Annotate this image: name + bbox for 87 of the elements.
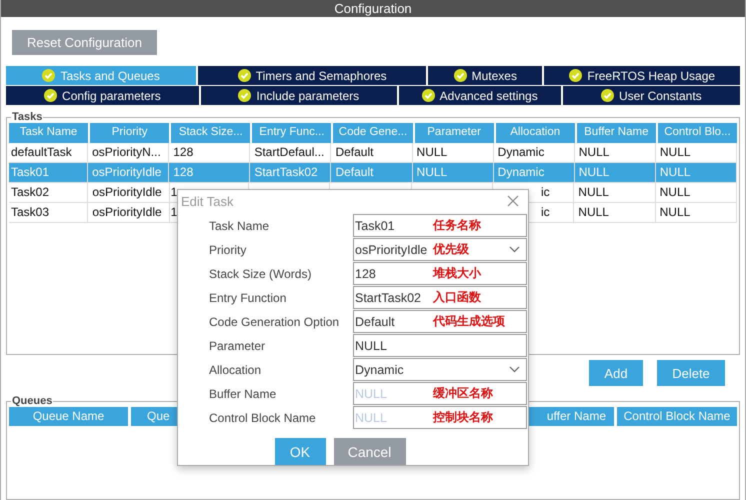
table-cell: NULL (416, 145, 448, 159)
column-header[interactable]: Task Name (9, 123, 88, 143)
table-cell: NULL (578, 145, 610, 159)
field-label: Stack Size (Words) (208, 266, 312, 280)
check-circle-icon (238, 89, 252, 102)
table-cell: 1 (170, 185, 178, 199)
cancel-button[interactable]: Cancel (334, 438, 406, 465)
field-label: Parameter (208, 338, 266, 352)
table-cell: 1 (170, 205, 178, 219)
table-cell: defaultTask (11, 145, 72, 159)
column-header[interactable]: Stack Size... (171, 123, 250, 143)
table-cell: StartDefaul... (254, 145, 324, 159)
tab[interactable]: Mutexes (428, 66, 542, 85)
table-cell: NULL (578, 165, 610, 179)
window-title: Configuration (1, 0, 745, 17)
delete-button[interactable]: Delete (657, 360, 725, 386)
close-icon[interactable] (507, 195, 519, 207)
table-cell: Task03 (11, 205, 50, 219)
add-button[interactable]: Add (589, 360, 643, 386)
table-cell: osPriorityIdle (92, 165, 162, 179)
tab[interactable]: Advanced settings (398, 86, 561, 105)
table-cell: osPriorityIdle (92, 205, 162, 219)
field-label: Priority (208, 242, 248, 256)
tab[interactable]: Tasks and Queues (6, 66, 196, 85)
check-circle-icon (422, 89, 435, 102)
table-cell: NULL (416, 165, 448, 179)
column-header[interactable]: Buffer Name (576, 123, 656, 143)
tab[interactable]: User Constants (562, 86, 740, 105)
table-cell: ic (540, 185, 550, 199)
table-cell: ic (540, 205, 550, 219)
table-cell: NULL (578, 185, 609, 199)
section-title: Tasks (11, 111, 44, 123)
annotation-text: 优先级 (433, 241, 469, 258)
chevron-down-icon[interactable] (509, 246, 520, 253)
table-cell: NULL (660, 165, 691, 179)
table-cell: Default (335, 145, 374, 159)
table-cell: NULL (660, 145, 691, 159)
table-cell: 128 (173, 145, 194, 159)
field-label: Entry Function (208, 290, 288, 304)
chevron-down-icon[interactable] (509, 366, 520, 373)
ok-button[interactable]: OK (274, 438, 326, 465)
annotation-text: 入口函数 (433, 289, 481, 306)
table-cell: Task02 (11, 185, 50, 199)
annotation-text: 缓冲区名称 (433, 385, 493, 402)
reset-configuration-button[interactable]: Reset Configuration (12, 30, 157, 55)
annotation-text: 控制块名称 (433, 409, 493, 426)
check-circle-icon (42, 69, 56, 82)
table-cell: Task01 (11, 165, 50, 179)
table-cell: NULL (578, 205, 609, 219)
field-label: Code Generation Option (208, 314, 340, 328)
table-cell: Dynamic (498, 145, 544, 159)
check-circle-icon (44, 89, 58, 102)
annotation-text: 代码生成选项 (433, 313, 505, 330)
section-title: Queues (11, 395, 54, 407)
check-circle-icon (454, 69, 467, 82)
field-label: Allocation (208, 362, 262, 376)
column-header[interactable]: Code Gene... (333, 123, 413, 143)
table-cell: 128 (173, 165, 194, 179)
column-header[interactable]: Priority (90, 123, 170, 143)
column-header[interactable]: Entry Func... (252, 123, 332, 143)
column-header[interactable]: Allocation (496, 123, 575, 143)
field-label: Buffer Name (208, 386, 278, 400)
tab[interactable]: FreeRTOS Heap Usage (544, 66, 740, 85)
column-header[interactable]: Parameter (414, 123, 494, 143)
table-cell: StartTask02 (254, 165, 318, 179)
column-header[interactable]: Control Block Name (617, 407, 737, 426)
dialog-title: Edit Task (181, 194, 234, 208)
table-cell: osPriorityN... (92, 145, 161, 159)
tab[interactable]: Include parameters (200, 86, 397, 105)
check-circle-icon (238, 69, 251, 82)
field-label: Task Name (208, 218, 270, 232)
column-header[interactable]: Control Blo... (658, 123, 737, 143)
table-cell: NULL (660, 185, 690, 199)
table-cell: Dynamic (498, 165, 544, 179)
table-cell: NULL (660, 205, 690, 219)
table-cell: osPriorityIdle (92, 185, 162, 199)
check-circle-icon (569, 69, 582, 82)
column-header[interactable]: Queue Name (9, 407, 128, 426)
annotation-text: 堆栈大小 (433, 265, 481, 282)
table-cell: Default (335, 165, 374, 179)
annotation-text: 任务名称 (433, 217, 481, 234)
field-label: Control Block Name (208, 410, 317, 424)
dropdown-field[interactable]: Dynamic (353, 358, 527, 381)
tab[interactable]: Timers and Semaphores (198, 66, 426, 85)
check-circle-icon (600, 89, 614, 102)
tab[interactable]: Config parameters (6, 86, 199, 105)
input-field[interactable]: NULL (353, 334, 527, 357)
